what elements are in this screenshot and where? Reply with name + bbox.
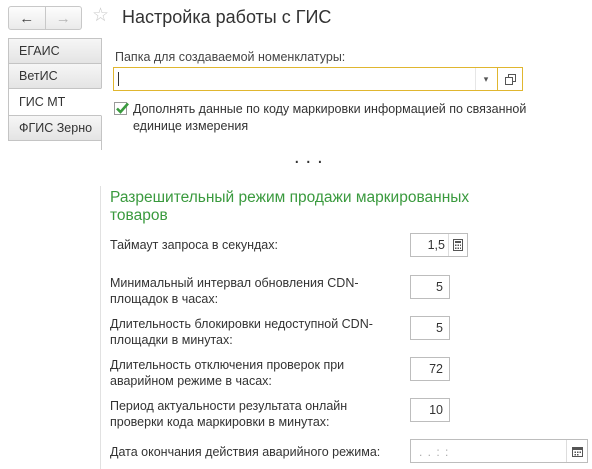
online-check-validity-label: Период актуальности результата онлайн пр… [110, 399, 348, 429]
folder-input[interactable]: ▾ [113, 67, 523, 91]
supplement-data-label[interactable]: Дополнять данные по коду маркировки инфо… [133, 101, 553, 135]
dropdown-button[interactable]: ▾ [475, 68, 496, 90]
tab-gis-mt[interactable]: ГИС МТ [8, 88, 102, 116]
calculator-icon [453, 239, 463, 251]
emergency-end-date-input[interactable]: . . : : [410, 439, 588, 463]
vertical-tabs: ЕГАИС ВетИС ГИС МТ ФГИС Зерно [8, 38, 102, 141]
emergency-disable-duration-input[interactable]: 72 [410, 357, 450, 381]
chevron-down-icon: ▾ [483, 73, 489, 84]
arrow-left-icon: ← [19, 9, 35, 27]
supplement-data-checkbox[interactable] [114, 102, 129, 115]
arrow-right-icon: → [55, 9, 71, 27]
cdn-update-interval-input[interactable]: 5 [410, 275, 450, 299]
emergency-end-date-label: Дата окончания действия аварийного режим… [110, 445, 381, 459]
calendar-button[interactable] [566, 440, 587, 462]
online-check-validity-input[interactable]: 10 [410, 398, 450, 422]
cdn-update-interval-label: Минимальный интервал обновления CDN-площ… [110, 276, 359, 306]
collapsed-group-marker[interactable]: ... [294, 146, 329, 169]
tab-fgis-zerno[interactable]: ФГИС Зерно [8, 115, 102, 141]
cdn-block-duration-input[interactable]: 5 [410, 316, 450, 340]
timeout-input[interactable]: 1,5 [410, 233, 468, 257]
permissive-mode-title: Разрешительный режим продажи маркированн… [110, 189, 470, 224]
open-window-icon [504, 73, 516, 85]
favorite-star-icon[interactable]: ☆ [92, 5, 109, 27]
page-title: Настройка работы с ГИС [122, 7, 332, 27]
section-divider [100, 186, 101, 469]
navigation-buttons: ← → [8, 6, 82, 30]
timeout-label: Таймаут запроса в секундах: [110, 238, 278, 252]
timeout-value: 1,5 [427, 238, 445, 252]
back-button[interactable]: ← [9, 7, 45, 29]
calendar-icon [571, 446, 583, 457]
text-cursor [118, 72, 119, 86]
forward-button[interactable]: → [44, 7, 82, 29]
timeout-calculator-button[interactable] [448, 234, 467, 256]
tab-egais[interactable]: ЕГАИС [8, 38, 102, 64]
checkmark-icon [116, 102, 129, 114]
tab-vetis[interactable]: ВетИС [8, 63, 102, 89]
folder-label: Папка для создаваемой номенклатуры: [115, 50, 346, 64]
date-mask: . . : : [419, 445, 450, 459]
cdn-block-duration-label: Длительность блокировки недоступной CDN-… [110, 317, 373, 347]
emergency-disable-duration-label: Длительность отключения проверок при ава… [110, 358, 345, 388]
open-button[interactable] [497, 68, 522, 90]
